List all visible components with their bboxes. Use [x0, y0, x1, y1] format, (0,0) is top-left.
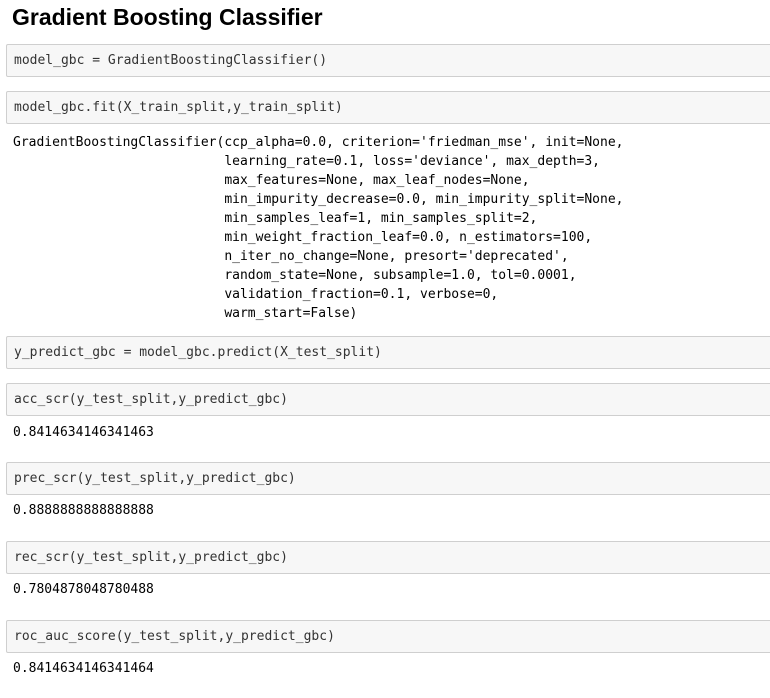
- output-line: learning_rate=0.1, loss='deviance', max_…: [13, 154, 600, 169]
- output-line: max_features=None, max_leaf_nodes=None,: [13, 173, 530, 188]
- code-cell-recall[interactable]: rec_scr(y_test_split,y_predict_gbc): [6, 541, 770, 574]
- code-input[interactable]: model_gbc = GradientBoostingClassifier(): [14, 52, 327, 69]
- output-line: n_iter_no_change=None, presort='deprecat…: [13, 249, 569, 264]
- code-cell-accuracy[interactable]: acc_scr(y_test_split,y_predict_gbc): [6, 383, 770, 416]
- output-line: min_weight_fraction_leaf=0.0, n_estimato…: [13, 230, 593, 245]
- output-line: random_state=None, subsample=1.0, tol=0.…: [13, 268, 577, 283]
- code-input[interactable]: rec_scr(y_test_split,y_predict_gbc): [14, 549, 288, 566]
- output-line: warm_start=False): [13, 306, 358, 321]
- output-line: validation_fraction=0.1, verbose=0,: [13, 287, 499, 302]
- code-input[interactable]: y_predict_gbc = model_gbc.predict(X_test…: [14, 344, 382, 361]
- recall-output: 0.7804878048780488: [13, 582, 154, 597]
- code-cell-model-fit[interactable]: model_gbc.fit(X_train_split,y_train_spli…: [6, 91, 770, 124]
- code-cell-predict[interactable]: y_predict_gbc = model_gbc.predict(X_test…: [6, 336, 770, 369]
- output-line: min_impurity_decrease=0.0, min_impurity_…: [13, 192, 624, 207]
- code-input[interactable]: prec_scr(y_test_split,y_predict_gbc): [14, 470, 296, 487]
- code-input[interactable]: acc_scr(y_test_split,y_predict_gbc): [14, 391, 288, 408]
- roc-auc-output: 0.8414634146341464: [13, 661, 154, 676]
- output-line: GradientBoostingClassifier(ccp_alpha=0.0…: [13, 135, 624, 150]
- notebook-page: Gradient Boosting Classifier model_gbc =…: [0, 0, 770, 698]
- code-cell-precision[interactable]: prec_scr(y_test_split,y_predict_gbc): [6, 462, 770, 495]
- precision-output: 0.8888888888888888: [13, 503, 154, 518]
- section-heading: Gradient Boosting Classifier: [12, 4, 323, 30]
- code-cell-roc-auc[interactable]: roc_auc_score(y_test_split,y_predict_gbc…: [6, 620, 770, 653]
- accuracy-output: 0.8414634146341463: [13, 425, 154, 440]
- code-cell-model-init[interactable]: model_gbc = GradientBoostingClassifier(): [6, 44, 770, 77]
- output-line: min_samples_leaf=1, min_samples_split=2,: [13, 211, 538, 226]
- code-input[interactable]: roc_auc_score(y_test_split,y_predict_gbc…: [14, 628, 335, 645]
- code-input[interactable]: model_gbc.fit(X_train_split,y_train_spli…: [14, 99, 343, 116]
